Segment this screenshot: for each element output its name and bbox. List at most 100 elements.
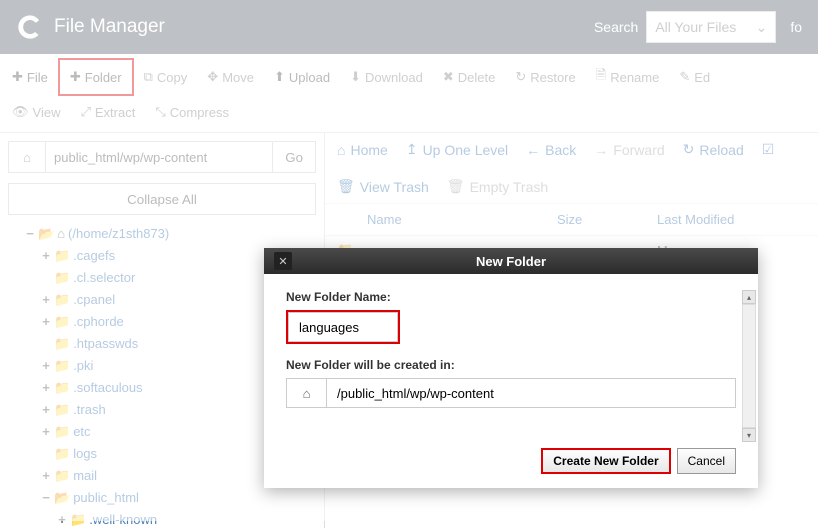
new-folder-modal: ✕ New Folder New Folder Name: New Folder… bbox=[264, 248, 758, 488]
home-icon: ⌂ bbox=[337, 142, 345, 158]
edit-button[interactable]: ✎Ed bbox=[669, 58, 720, 96]
folder-icon: 📁 bbox=[54, 336, 70, 351]
main-toolbar: ✚File ✚Folder ⧉Copy ✥Move ⬆Upload ⬇Downl… bbox=[0, 54, 818, 133]
folder-path-row: ⌂ bbox=[286, 378, 736, 408]
move-icon: ✥ bbox=[207, 69, 218, 85]
folder-icon: 📁 bbox=[54, 314, 70, 329]
new-folder-button[interactable]: ✚Folder bbox=[58, 58, 134, 96]
folder-path-label: New Folder will be created in: bbox=[286, 358, 736, 372]
folder-icon: 📁 bbox=[70, 512, 86, 527]
create-folder-button[interactable]: Create New Folder bbox=[541, 448, 670, 474]
header-search: Search All Your Files ⌄ fo bbox=[594, 11, 802, 43]
search-scope-value: All Your Files bbox=[655, 19, 736, 35]
column-name[interactable]: Name bbox=[337, 212, 557, 227]
folder-icon: 📁 bbox=[54, 292, 70, 307]
home-nav-button[interactable]: ⌂Home bbox=[337, 141, 388, 158]
upload-icon: ⬆ bbox=[274, 69, 285, 85]
new-file-button[interactable]: ✚File bbox=[2, 58, 58, 96]
trash-icon: 🗑 bbox=[337, 178, 355, 195]
folder-name-highlight bbox=[286, 310, 400, 344]
view-trash-button[interactable]: 🗑View Trash bbox=[337, 178, 429, 195]
app-title: File Manager bbox=[54, 16, 594, 38]
modal-header: ✕ New Folder bbox=[264, 248, 758, 274]
folder-icon: 📁 bbox=[54, 248, 70, 263]
rename-button[interactable]: 🗎Rename bbox=[586, 58, 670, 96]
modal-footer: Create New Folder Cancel bbox=[264, 438, 758, 488]
rename-icon: 🗎 bbox=[596, 66, 606, 88]
empty-trash-button[interactable]: 🗑Empty Trash bbox=[447, 178, 548, 195]
collapse-all-button[interactable]: Collapse All bbox=[8, 183, 316, 215]
folder-icon: 📁 bbox=[54, 468, 70, 483]
folder-path-input[interactable] bbox=[326, 378, 736, 408]
search-for-label: fo bbox=[790, 19, 802, 35]
copy-button[interactable]: ⧉Copy bbox=[134, 58, 198, 96]
copy-icon: ⧉ bbox=[144, 69, 153, 85]
compress-icon: ⤡ bbox=[155, 104, 165, 120]
home-icon: ⌂ bbox=[57, 226, 65, 241]
folder-icon: 📁 bbox=[54, 358, 70, 373]
column-modified[interactable]: Last Modified bbox=[657, 212, 806, 227]
upload-button[interactable]: ⬆Upload bbox=[264, 58, 340, 96]
folder-icon: 📁 bbox=[54, 446, 70, 461]
check-icon: ☑ bbox=[762, 141, 775, 158]
right-toolbar: ⌂Home ↥Up One Level ←Back →Forward ↻Relo… bbox=[325, 133, 818, 203]
close-icon: ✕ bbox=[278, 255, 287, 268]
download-button[interactable]: ⬇Download bbox=[340, 58, 433, 96]
up-level-button[interactable]: ↥Up One Level bbox=[406, 141, 508, 158]
plus-icon: ✚ bbox=[12, 69, 23, 85]
forward-button[interactable]: →Forward bbox=[594, 141, 664, 158]
app-header: File Manager Search All Your Files ⌄ fo bbox=[0, 0, 818, 54]
compress-button[interactable]: ⤡Compress bbox=[145, 96, 239, 128]
edit-icon: ✎ bbox=[679, 69, 690, 85]
trash-icon: 🗑 bbox=[447, 178, 465, 195]
folder-open-icon: 📂 bbox=[54, 490, 70, 505]
modal-close-button[interactable]: ✕ bbox=[274, 252, 292, 270]
scroll-track[interactable] bbox=[742, 304, 756, 428]
folder-icon: 📁 bbox=[54, 402, 70, 417]
cpanel-logo bbox=[16, 13, 44, 41]
search-scope-select[interactable]: All Your Files ⌄ bbox=[646, 11, 776, 43]
eye-icon: 👁 bbox=[12, 104, 29, 120]
up-icon: ↥ bbox=[406, 141, 418, 158]
scroll-up-icon[interactable]: ▴ bbox=[742, 290, 756, 304]
delete-button[interactable]: ✖Delete bbox=[433, 58, 505, 96]
back-icon: ← bbox=[526, 142, 540, 158]
path-input[interactable] bbox=[46, 141, 273, 173]
download-icon: ⬇ bbox=[350, 69, 361, 85]
extract-button[interactable]: ⤢Extract bbox=[70, 96, 145, 128]
column-size[interactable]: Size bbox=[557, 212, 657, 227]
search-label: Search bbox=[594, 19, 638, 35]
modal-title: New Folder bbox=[274, 254, 748, 269]
cancel-button[interactable]: Cancel bbox=[677, 448, 736, 474]
home-icon-box: ⌂ bbox=[286, 378, 326, 408]
restore-button[interactable]: ↻Restore bbox=[505, 58, 585, 96]
plus-icon: ✚ bbox=[70, 69, 81, 85]
forward-icon: → bbox=[594, 142, 608, 158]
delete-icon: ✖ bbox=[443, 69, 454, 85]
tree-item[interactable]: −📂public_html +📁.well-known bbox=[40, 487, 316, 531]
view-button[interactable]: 👁View bbox=[2, 96, 70, 128]
modal-body: New Folder Name: New Folder will be crea… bbox=[264, 274, 758, 438]
chevron-down-icon: ⌄ bbox=[756, 19, 768, 36]
tree-item[interactable]: +📁.well-known bbox=[56, 509, 316, 531]
path-row: ⌂ Go bbox=[8, 141, 316, 173]
file-table-header: Name Size Last Modified bbox=[325, 203, 818, 236]
folder-icon: 📁 bbox=[54, 380, 70, 395]
folder-name-input[interactable] bbox=[288, 312, 398, 342]
home-icon: ⌂ bbox=[23, 150, 31, 165]
go-button[interactable]: Go bbox=[273, 141, 316, 173]
back-button[interactable]: ←Back bbox=[526, 141, 576, 158]
home-icon: ⌂ bbox=[303, 386, 311, 401]
extract-icon: ⤢ bbox=[80, 104, 90, 120]
select-all-button[interactable]: ☑ bbox=[762, 141, 775, 158]
home-button[interactable]: ⌂ bbox=[8, 141, 46, 173]
modal-scrollbar[interactable]: ▴ ▾ bbox=[742, 290, 756, 414]
folder-open-icon: 📂 bbox=[38, 226, 54, 241]
reload-icon: ↻ bbox=[683, 141, 695, 158]
restore-icon: ↻ bbox=[515, 69, 526, 85]
move-button[interactable]: ✥Move bbox=[197, 58, 264, 96]
scroll-down-icon[interactable]: ▾ bbox=[742, 428, 756, 442]
folder-name-label: New Folder Name: bbox=[286, 290, 736, 304]
folder-icon: 📁 bbox=[54, 424, 70, 439]
reload-button[interactable]: ↻Reload bbox=[683, 141, 744, 158]
